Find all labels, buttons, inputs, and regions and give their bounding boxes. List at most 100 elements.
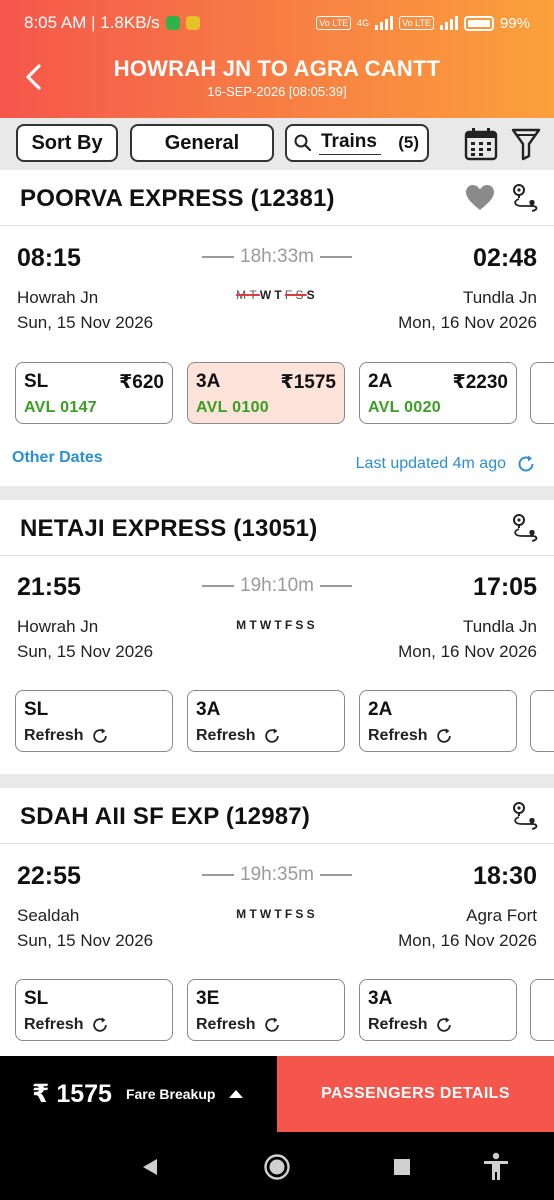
caret-up-icon[interactable] [229, 1090, 244, 1098]
day-not-running: T [249, 288, 260, 302]
journey-duration: 19h:10m [202, 575, 353, 597]
other-dates-link[interactable]: Other Dates [12, 449, 103, 467]
square-recents-icon [394, 1159, 410, 1175]
header: 8:05 AM | 1.8KB/s Vo LTE 4G Vo LTE 99% H… [0, 0, 554, 118]
train-card: SDAH AII SF EXP (12987) 22:55 19h:35m 18… [0, 788, 554, 1056]
train-card-header: NETAJI EXPRESS (13051) [0, 500, 554, 556]
system-nav-bar [0, 1132, 554, 1200]
departure-time: 21:55 [17, 573, 81, 601]
refresh-icon [92, 728, 107, 743]
arrival-time: 17:05 [473, 573, 537, 601]
signal-icon-2 [439, 16, 458, 30]
train-name: SDAH AII SF EXP (12987) [20, 803, 311, 830]
route-icon [513, 184, 538, 212]
day-running: T [274, 288, 285, 302]
train-card-header: SDAH AII SF EXP (12987) [0, 788, 554, 844]
status-bar: 8:05 AM | 1.8KB/s Vo LTE 4G Vo LTE 99% [0, 0, 554, 46]
route-icon [513, 514, 538, 542]
class-option-sl[interactable]: SL Refresh [15, 690, 173, 752]
to-station: Agra Fort [466, 906, 537, 925]
departure-date: Sun, 15 Nov 2026 [17, 931, 154, 950]
to-station: Tundla Jn [462, 617, 537, 636]
page-title: HOWRAH JN TO AGRA CANTT [113, 56, 441, 81]
refresh-icon [436, 1017, 451, 1032]
class-option-sl[interactable]: SL Refresh [15, 979, 173, 1041]
whatsapp-icon [165, 16, 180, 30]
trains-label: Trains [319, 131, 381, 155]
filter-button[interactable] [508, 126, 544, 162]
class-option-sl[interactable]: SL ₹620 AVL 0147 [15, 362, 173, 424]
departure-time: 22:55 [17, 862, 81, 890]
refresh-icon [436, 728, 451, 743]
nav-accessibility-button[interactable] [479, 1150, 513, 1184]
departure-date: Sun, 15 Nov 2026 [17, 313, 154, 332]
sort-by-button[interactable]: Sort By [16, 124, 118, 162]
refresh-icon [518, 455, 534, 472]
nav-recents-button[interactable] [385, 1150, 419, 1184]
departure-time: 08:15 [17, 244, 81, 272]
train-name: NETAJI EXPRESS (13051) [20, 515, 318, 542]
search-icon [294, 134, 312, 152]
refresh-icon [92, 1017, 107, 1032]
filter-bar: Sort By General Trains (5) [0, 118, 554, 170]
network-type: 4G [357, 18, 370, 28]
class-option-3a[interactable]: 3A ₹1575 AVL 0100 [187, 362, 345, 424]
class-option-3a[interactable]: 3A Refresh [187, 690, 345, 752]
day-not-running: M [236, 288, 250, 302]
passengers-details-button[interactable]: PASSENGERS DETAILS [277, 1056, 554, 1132]
favorite-button[interactable] [464, 182, 496, 214]
app-notification-icon [185, 16, 200, 30]
calendar-button[interactable] [463, 126, 499, 162]
journey-duration: 19h:35m [202, 864, 353, 886]
arrival-date: Mon, 16 Nov 2026 [398, 931, 537, 950]
running-days: MTWTFSS [236, 618, 318, 632]
refresh-icon [264, 1017, 279, 1032]
volte-icon: Vo LTE [316, 16, 352, 30]
day-not-running: F [284, 288, 296, 302]
status-time: 8:05 AM | 1.8KB/s [24, 13, 160, 32]
from-station: Howrah Jn [17, 288, 99, 307]
from-station: Sealdah [17, 906, 80, 925]
route-button[interactable] [510, 182, 542, 214]
filter-icon [511, 128, 541, 161]
route-button[interactable] [510, 800, 542, 832]
train-card: POORVA EXPRESS (12381) 08:15 18h:33m 02:… [0, 170, 554, 486]
battery-icon [463, 15, 494, 31]
nav-home-button[interactable] [260, 1150, 294, 1184]
class-option-more[interactable] [530, 979, 554, 1041]
class-option-more[interactable] [530, 362, 554, 424]
bottom-bar: ₹ 1575 Fare Breakup PASSENGERS DETAILS [0, 1056, 554, 1132]
day-not-running: S [295, 288, 307, 302]
battery-level: 99% [499, 14, 530, 32]
circle-home-icon [264, 1154, 290, 1180]
class-option-3a[interactable]: 3A Refresh [359, 979, 517, 1041]
calendar-icon [464, 128, 498, 161]
volte-icon-2: Vo LTE [399, 16, 434, 30]
class-option-2a[interactable]: 2A Refresh [359, 690, 517, 752]
page-subtitle: 16-SEP-2026 [08:05:39] [207, 84, 347, 99]
to-station: Tundla Jn [462, 288, 537, 307]
nav-back-button[interactable] [133, 1150, 167, 1184]
day-running: S [306, 288, 318, 302]
class-option-more[interactable] [530, 690, 554, 752]
last-updated[interactable]: Last updated 4m ago [356, 454, 536, 474]
accessibility-icon [484, 1152, 508, 1180]
arrival-time: 18:30 [473, 862, 537, 890]
train-card-header: POORVA EXPRESS (12381) [0, 170, 554, 226]
fare-breakup-link[interactable]: Fare Breakup [126, 1086, 215, 1102]
trains-count: (5) [398, 133, 419, 152]
arrival-date: Mon, 16 Nov 2026 [398, 642, 537, 661]
fare-summary[interactable]: ₹ 1575 Fare Breakup [0, 1056, 277, 1132]
arrival-date: Mon, 16 Nov 2026 [398, 313, 537, 332]
route-icon [513, 802, 538, 830]
quota-selector[interactable]: General [130, 124, 274, 162]
triangle-back-icon [143, 1159, 157, 1175]
journey-duration: 18h:33m [202, 246, 353, 268]
running-days: MTWTFSS [219, 288, 335, 302]
route-button[interactable] [510, 512, 542, 544]
class-option-3e[interactable]: 3E Refresh [187, 979, 345, 1041]
departure-date: Sun, 15 Nov 2026 [17, 642, 154, 661]
trains-search[interactable]: Trains (5) [285, 124, 429, 162]
train-card: NETAJI EXPRESS (13051) 21:55 19h:10m 17:… [0, 500, 554, 774]
class-option-2a[interactable]: 2A ₹2230 AVL 0020 [359, 362, 517, 424]
